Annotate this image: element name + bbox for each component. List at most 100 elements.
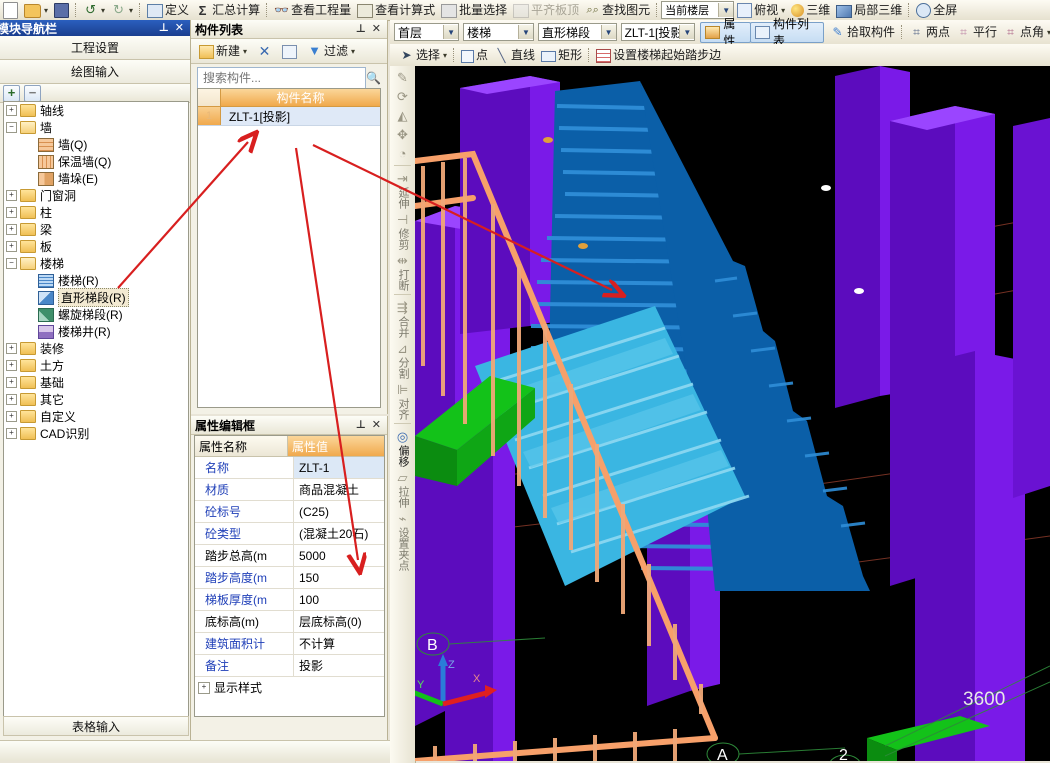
expand-icon[interactable]: + (6, 411, 17, 422)
view-quantity-button[interactable]: 👓 查看工程量 (271, 1, 354, 19)
define-button[interactable]: 定义 (144, 1, 192, 19)
module-tree[interactable]: + 轴线 − 墙墙(Q) 保温墙(Q) 墙垛(E) + 门窗洞 + 柱 + 梁 + 板 − 楼梯 楼梯(R) 直形… (3, 101, 189, 733)
new-component-button[interactable]: 新建 ▾ (196, 42, 250, 60)
tree-item-墙[interactable]: − 墙 (4, 119, 188, 136)
expand-icon[interactable]: + (6, 190, 17, 201)
property-row[interactable]: 砼标号 (C25) (195, 501, 384, 523)
property-value[interactable]: ZLT-1 (294, 457, 384, 478)
property-value[interactable]: 5000 (294, 545, 384, 566)
vtool-offset[interactable]: ◎ 偏移 (391, 427, 414, 467)
fullscreen-button[interactable]: 全屏 (913, 1, 960, 19)
view-formula-button[interactable]: 查看计算式 (354, 1, 438, 19)
vtool-align[interactable]: ⊫ 对齐 (391, 380, 414, 420)
tree-item-楼梯(R)[interactable]: 楼梯(R) (4, 272, 188, 289)
vtool-move[interactable]: ✥ (391, 125, 414, 143)
tree-item-自定义[interactable]: + 自定义 (4, 408, 188, 425)
set-stair-start-edge-button[interactable]: 设置楼梯起始踏步边 (593, 46, 724, 64)
nav-button-drawing-input[interactable]: 绘图输入 (0, 60, 190, 84)
tree-item-梁[interactable]: + 梁 (4, 221, 188, 238)
redo-button[interactable]: ↻ ▾ (108, 1, 136, 19)
expand-icon[interactable]: + (6, 105, 17, 116)
property-row[interactable]: 踏步高度(m 150 (195, 567, 384, 589)
find-element-button[interactable]: ⌕⌕ 查找图元 (582, 1, 653, 19)
component-type-combo[interactable]: 直形梯段 ▼ (537, 23, 617, 41)
vtool-trim[interactable]: ⊣ 修剪 (391, 210, 414, 250)
tree-item-墙垛(E)[interactable]: 墙垛(E) (4, 170, 188, 187)
property-value[interactable]: 层底标高(0) (294, 611, 384, 632)
expand-icon[interactable]: + (6, 360, 17, 371)
two-point-button[interactable]: ⌗ 两点 (906, 23, 953, 41)
save-button[interactable] (51, 1, 72, 19)
vtool-mirror[interactable]: ◭ (391, 106, 414, 124)
expand-icon[interactable]: + (6, 394, 17, 405)
partial-three-d-button[interactable]: 局部三维 (833, 1, 905, 19)
rect-tool-button[interactable]: 矩形 (538, 46, 585, 64)
tree-item-门窗洞[interactable]: + 门窗洞 (4, 187, 188, 204)
expand-icon[interactable]: + (6, 207, 17, 218)
align-slab-top-button[interactable]: 平齐板顶 (510, 1, 582, 19)
property-row[interactable]: 梯板厚度(m 100 (195, 589, 384, 611)
property-row[interactable]: 备注 投影 (195, 655, 384, 677)
tree-item-装修[interactable]: + 装修 (4, 340, 188, 357)
property-row[interactable]: 名称 ZLT-1 (195, 457, 384, 479)
property-row[interactable]: 踏步总高(m 5000 (195, 545, 384, 567)
tree-item-轴线[interactable]: + 轴线 (4, 102, 188, 119)
component-combo[interactable]: ZLT-1[投影] ▼ (620, 23, 696, 41)
property-value[interactable]: (混凝土20石) (294, 523, 384, 544)
property-row[interactable]: 底标高(m) 层底标高(0) (195, 611, 384, 633)
collapse-icon[interactable]: − (6, 122, 17, 133)
three-d-viewport[interactable]: B A 2 3600 Z Y X (415, 66, 1050, 761)
nav-button-project-settings[interactable]: 工程设置 (0, 36, 190, 60)
expand-icon[interactable]: + (6, 241, 17, 252)
search-icon[interactable]: 🔍 (366, 71, 381, 86)
pin-icon[interactable]: ⊥ (356, 419, 366, 431)
select-tool-button[interactable]: ➤ 选择 ▾ (396, 46, 450, 64)
expand-icon[interactable]: + (6, 428, 17, 439)
expand-icon[interactable]: + (6, 377, 17, 388)
expand-all-button[interactable]: + (3, 84, 20, 102)
vtool-pencil[interactable]: ✎ (391, 68, 414, 86)
property-value[interactable]: 100 (294, 589, 384, 610)
category-combo[interactable]: 楼梯 ▼ (463, 23, 534, 41)
batch-select-button[interactable]: 批量选择 (438, 1, 510, 19)
vtool-set-grip[interactable]: ⌁ 设置夹点 (391, 509, 414, 571)
parallel-button[interactable]: ⌗ 平行 (953, 23, 1000, 41)
property-value[interactable]: (C25) (294, 501, 384, 522)
search-box[interactable] (197, 67, 366, 89)
vtool-rotate[interactable]: ⟳ (391, 87, 414, 105)
new-document-button[interactable] (0, 1, 21, 19)
property-display-style-row[interactable]: + 显示样式 (195, 677, 384, 698)
expand-icon[interactable]: + (198, 681, 210, 694)
property-row[interactable]: 砼类型 (混凝土20石) (195, 523, 384, 545)
tree-item-楼梯[interactable]: − 楼梯 (4, 255, 188, 272)
collapse-all-button[interactable]: − (24, 84, 41, 102)
vtool-break[interactable]: ⇹ 打断 (391, 251, 414, 291)
close-icon[interactable]: ✕ (372, 23, 381, 35)
collapse-icon[interactable]: − (6, 258, 17, 269)
property-row[interactable]: 材质 商品混凝土 (195, 479, 384, 501)
close-icon[interactable]: ✕ (175, 22, 184, 34)
property-value[interactable]: 不计算 (294, 633, 384, 654)
tree-item-直形梯段(R)[interactable]: 直形梯段(R) (4, 288, 188, 307)
open-file-button[interactable]: ▾ (21, 1, 51, 19)
pin-icon[interactable]: ⊥ (159, 22, 169, 34)
floor-combo[interactable]: 首层 ▼ (394, 23, 460, 41)
property-grid[interactable]: 属性名称 属性值 名称 ZLT-1 材质 商品混凝土 砼标号 (C25) 砼类型 (混凝土20… (194, 435, 385, 717)
vtool-stretch[interactable]: ▱ 拉伸 (391, 468, 414, 508)
tree-item-楼梯井(R)[interactable]: 楼梯井(R) (4, 323, 188, 340)
tree-item-CAD识别[interactable]: + CAD识别 (4, 425, 188, 442)
undo-button[interactable]: ↺ ▾ (80, 1, 108, 19)
vertical-edit-toolbar[interactable]: ✎ ⟳ ◭ ✥ ◔ ⇥ 延伸 ⊣ 修剪 ⇹ 打断 ⇶ 合并 ⊿ 分割 ⊫ 对齐 ◎ 偏移 ▱ 拉伸 ⌁ 设置夹点 (390, 66, 416, 763)
tree-item-土方[interactable]: + 土方 (4, 357, 188, 374)
vtool-extend[interactable]: ⇥ 延伸 (391, 169, 414, 209)
tab-properties[interactable]: 属性 (700, 17, 752, 48)
component-grid[interactable]: 构件名称 1 ZLT-1[投影] (197, 88, 381, 408)
vtool-copy-rotate[interactable]: ◔ (391, 144, 414, 162)
delete-component-button[interactable]: ✕ (254, 42, 275, 60)
tree-item-保温墙(Q)[interactable]: 保温墙(Q) (4, 153, 188, 170)
line-tool-button[interactable]: ╲ 直线 (491, 46, 538, 64)
point-tool-button[interactable]: 点 (458, 46, 491, 64)
property-value[interactable]: 投影 (294, 655, 384, 676)
point-angle-button[interactable]: ⌗ 点角 ▾ (1000, 23, 1050, 41)
tree-item-其它[interactable]: + 其它 (4, 391, 188, 408)
